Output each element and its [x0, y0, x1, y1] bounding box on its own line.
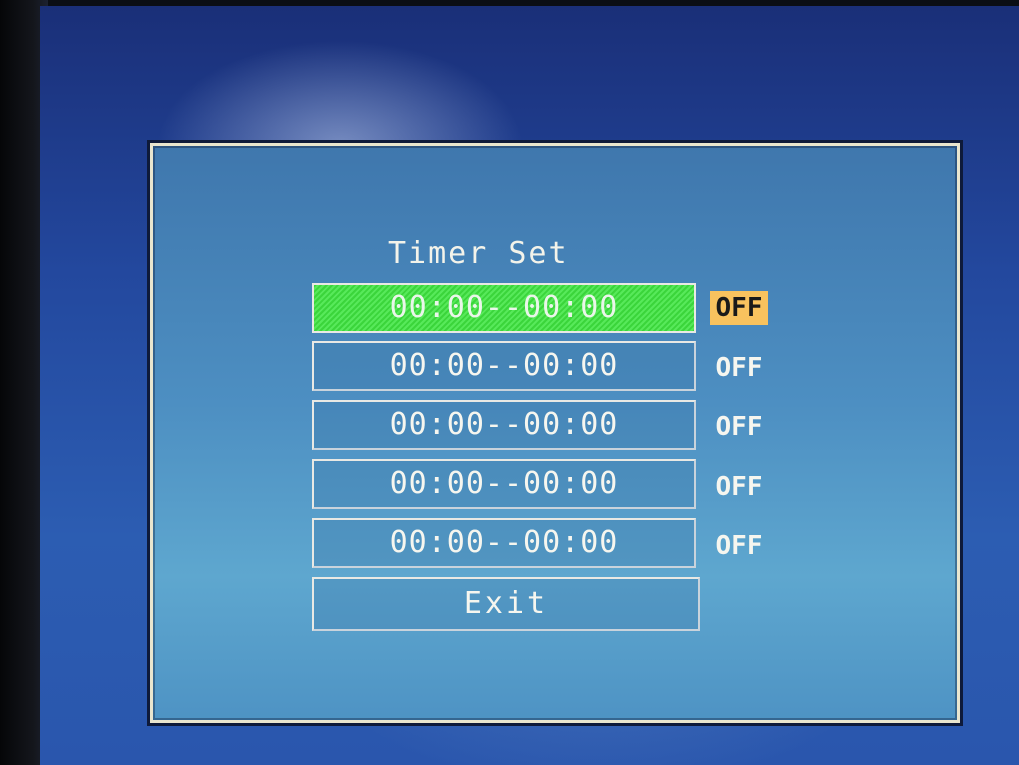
timer-status-1[interactable]: OFF [710, 291, 768, 325]
exit-button[interactable]: Exit [312, 577, 700, 631]
timer-status-2[interactable]: OFF [710, 351, 768, 385]
timer-row-1[interactable]: 00:00--00:00 [312, 283, 696, 333]
timer-status-3[interactable]: OFF [710, 410, 768, 444]
timer-row-4[interactable]: 00:00--00:00 [312, 459, 696, 509]
timer-row-2[interactable]: 00:00--00:00 [312, 341, 696, 391]
timer-status-5[interactable]: OFF [710, 529, 768, 563]
timer-row-3[interactable]: 00:00--00:00 [312, 400, 696, 450]
timer-row-5[interactable]: 00:00--00:00 [312, 518, 696, 568]
page-title: Timer Set [388, 236, 569, 271]
timer-status-4[interactable]: OFF [710, 470, 768, 504]
